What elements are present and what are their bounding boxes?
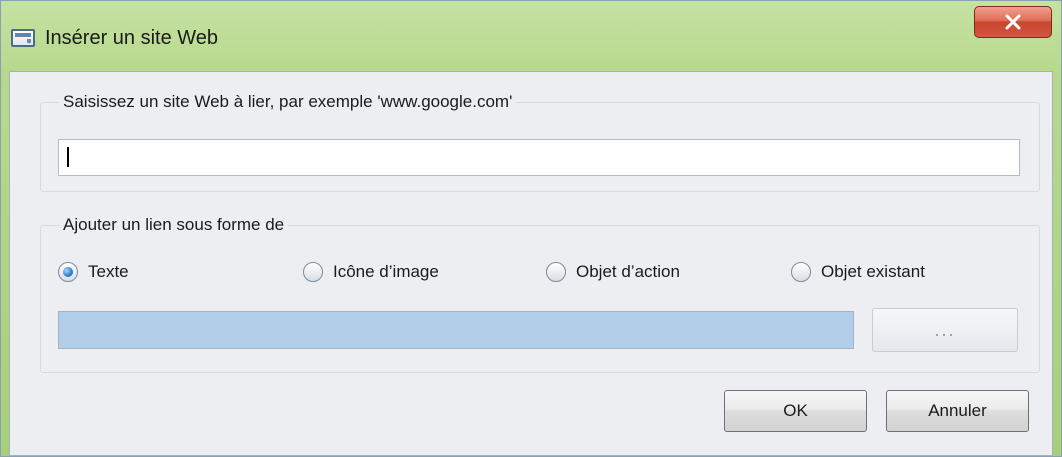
url-input[interactable] (58, 139, 1020, 176)
title-bar: Insérer un site Web (1, 1, 1061, 71)
dialog-window-icon (11, 29, 35, 47)
radio-texte[interactable]: Texte (58, 257, 129, 287)
radio-objet-existant[interactable]: Objet existant (791, 257, 925, 287)
radio-unselected-icon (303, 262, 323, 282)
radio-unselected-icon (546, 262, 566, 282)
radio-objet-action[interactable]: Objet d’action (546, 257, 680, 287)
radio-selected-icon (58, 262, 78, 282)
radio-label: Objet existant (821, 262, 925, 281)
radio-label: Icône d’image (333, 262, 439, 281)
link-type-group-label: Ajouter un lien sous forme de (59, 215, 289, 235)
browse-button[interactable]: ... (872, 308, 1018, 352)
link-type-options: Texte Icône d’image Objet d’action Objet… (58, 257, 998, 287)
window-title: Insérer un site Web (45, 27, 219, 49)
radio-label: Objet d’action (576, 262, 680, 281)
link-text-field[interactable] (58, 311, 854, 349)
radio-label: Texte (88, 262, 129, 281)
close-button[interactable] (974, 6, 1052, 38)
ok-button[interactable]: OK (724, 390, 867, 432)
cancel-button[interactable]: Annuler (886, 390, 1029, 432)
close-icon (1005, 14, 1021, 30)
radio-unselected-icon (791, 262, 811, 282)
dialog-window: Insérer un site Web Saisissez un site We… (0, 0, 1062, 457)
text-caret (67, 147, 69, 167)
radio-icone-image[interactable]: Icône d’image (303, 257, 439, 287)
dialog-body: Saisissez un site Web à lier, par exempl… (9, 71, 1053, 456)
url-group-label: Saisissez un site Web à lier, par exempl… (59, 92, 517, 112)
